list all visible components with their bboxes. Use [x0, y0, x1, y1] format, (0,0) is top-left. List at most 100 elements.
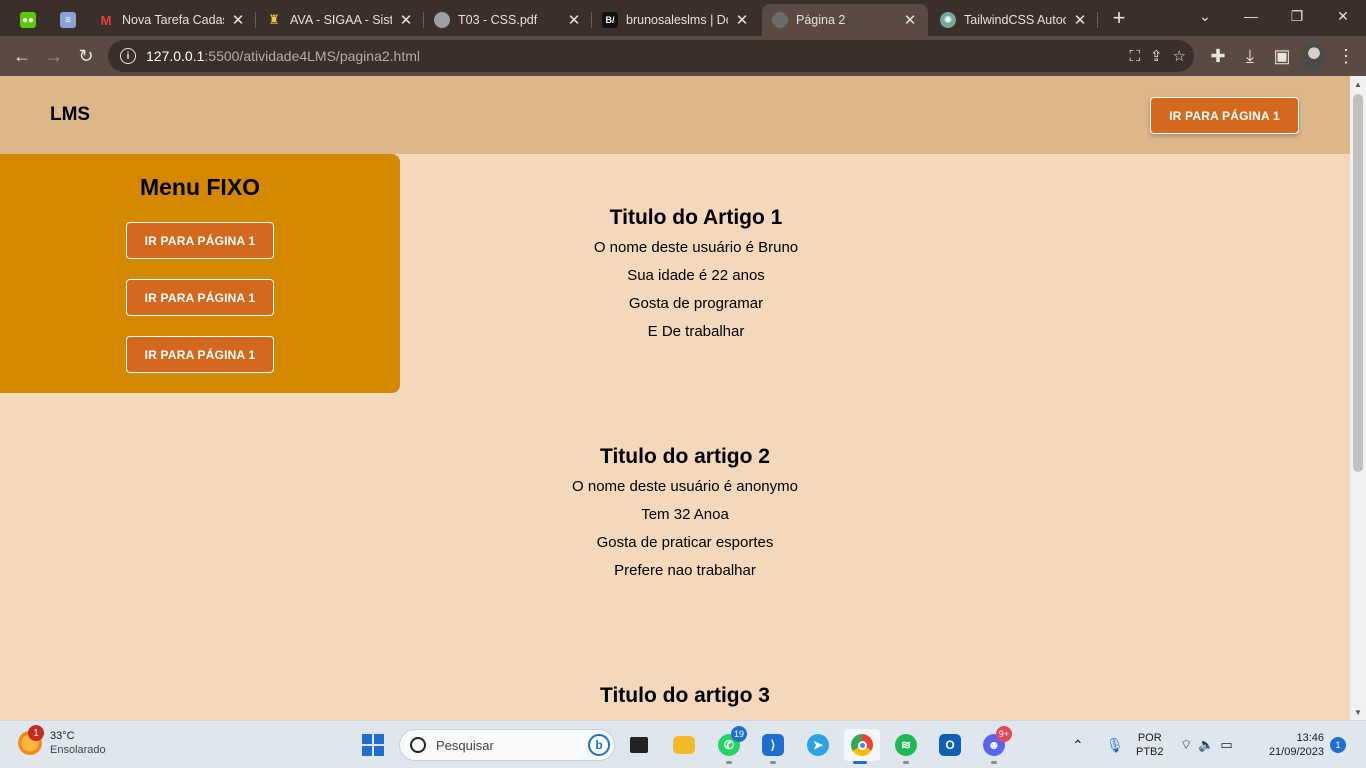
running-indicator	[726, 761, 732, 764]
discord-button[interactable]: ☻ 9+	[978, 726, 1012, 764]
telegram-icon: ➤	[807, 734, 829, 756]
task-view-button[interactable]	[623, 729, 655, 761]
forward-button[interactable]: →	[38, 40, 70, 72]
address-bar[interactable]: i 127.0.0.1:5500/atividade4LMS/pagina2.h…	[108, 40, 1194, 72]
clock-time: 13:46	[1296, 732, 1324, 744]
menu-title: Menu FIXO	[139, 174, 261, 200]
site-info-icon[interactable]: i	[120, 48, 136, 64]
tray-chevron-icon[interactable]: ⌃	[1072, 721, 1084, 768]
page-viewport: LMS IR PARA PÁGINA 1 Menu FIXO IR PARA P…	[0, 76, 1350, 720]
article-line: Sua idade é 22 anos	[627, 267, 765, 284]
outlook-button[interactable]: O	[934, 729, 966, 761]
article-line: Tem 32 Anoa	[641, 506, 729, 523]
sun-icon: 1	[18, 725, 44, 755]
tab-title: brunosaleslms | Dor	[626, 13, 728, 27]
omnibox-actions: ⛶ ⇪ ☆	[1129, 40, 1186, 72]
tab-docs[interactable]: B/ brunosaleslms | Dor ✕	[592, 4, 760, 36]
bing-icon[interactable]: b	[588, 734, 610, 756]
start-button[interactable]	[357, 729, 389, 761]
tab-pinned-duolingo[interactable]: ●●	[8, 4, 48, 36]
running-indicator	[853, 761, 867, 764]
bookmark-star-icon[interactable]: ☆	[1173, 47, 1186, 65]
tab-pinned-stack[interactable]: ≡	[48, 4, 88, 36]
scrollbar-thumb[interactable]	[1353, 94, 1363, 472]
notification-badge[interactable]: 1	[1330, 737, 1346, 753]
restore-button[interactable]: ❐	[1274, 0, 1320, 32]
article-line: E De trabalhar	[647, 323, 745, 340]
spotify-button[interactable]: ≋	[890, 729, 922, 764]
url-path: :5500/atividade4LMS/pagina2.html	[204, 48, 420, 64]
close-icon[interactable]: ✕	[566, 11, 582, 29]
page-header: LMS IR PARA PÁGINA 1	[0, 76, 1350, 154]
file-explorer-button[interactable]	[668, 729, 700, 761]
article-title: Titulo do artigo 2	[600, 445, 770, 468]
weather-text: 33°C Ensolarado	[50, 729, 106, 757]
folder-icon	[673, 736, 695, 754]
close-icon[interactable]: ✕	[230, 11, 246, 29]
taskbar-search[interactable]: Pesquisar b	[399, 729, 615, 761]
tab-title: AVA - SIGAA - Sistem	[290, 13, 392, 27]
chrome-icon	[851, 734, 873, 756]
close-icon[interactable]: ✕	[734, 11, 750, 29]
menu-go-page-1-button[interactable]: IR PARA PÁGINA 1	[126, 222, 274, 259]
close-icon[interactable]: ✕	[398, 11, 414, 29]
globe-icon	[772, 12, 788, 28]
gmail-icon: M	[100, 12, 112, 28]
browser-toolbar: ← → ↻ i 127.0.0.1:5500/atividade4LMS/pag…	[0, 36, 1366, 76]
scroll-up-arrow-icon[interactable]: ▲	[1350, 76, 1366, 92]
profile-avatar[interactable]	[1298, 40, 1330, 72]
search-icon	[410, 737, 426, 753]
lang-bottom: PTB2	[1136, 746, 1164, 758]
volume-icon: 🔈	[1198, 737, 1215, 752]
whatsapp-button[interactable]: ✆ 19	[713, 726, 747, 764]
article-line: Gosta de praticar esportes	[596, 534, 774, 551]
back-button[interactable]: ←	[6, 40, 38, 72]
close-window-button[interactable]: ✕	[1320, 0, 1366, 32]
tab-title: Nova Tarefa Cadastr	[122, 13, 224, 27]
tab-gmail[interactable]: M Nova Tarefa Cadastr ✕	[88, 4, 256, 36]
windows-logo-icon	[362, 734, 384, 756]
menu-kebab-icon[interactable]: ⋮	[1330, 40, 1362, 72]
reload-button[interactable]: ↻	[70, 40, 102, 72]
tab-search-chevron-icon[interactable]: ⌄	[1182, 0, 1228, 32]
download-icon[interactable]: ⤓	[1234, 40, 1266, 72]
minimize-button[interactable]: —	[1228, 0, 1274, 32]
article-line: O nome deste usuário é Bruno	[593, 239, 799, 256]
telegram-button[interactable]: ➤	[802, 729, 834, 761]
weather-condition: Ensolarado	[50, 744, 106, 756]
tab-sigaa[interactable]: ♜ AVA - SIGAA - Sistem ✕	[256, 4, 424, 36]
network-volume-battery[interactable]: ⌔ 🔈 ▭	[1180, 721, 1233, 768]
menu-go-page-1-button[interactable]: IR PARA PÁGINA 1	[126, 279, 274, 316]
scroll-down-arrow-icon[interactable]: ▼	[1350, 704, 1366, 720]
clock[interactable]: 13:46 21/09/2023	[1258, 731, 1324, 759]
site-logo: LMS	[50, 104, 91, 125]
vscode-button[interactable]: ⟩	[757, 729, 789, 764]
article-title: Titulo do Artigo 1	[609, 206, 783, 229]
share-icon[interactable]: ⇪	[1150, 47, 1163, 65]
sigaa-icon: ♜	[268, 12, 280, 27]
vscode-icon: ⟩	[762, 734, 784, 756]
page-scrollbar[interactable]: ▲ ▼	[1350, 76, 1366, 720]
battery-icon: ▭	[1220, 737, 1233, 752]
extensions-puzzle-icon[interactable]: ✚	[1202, 40, 1234, 72]
weather-widget[interactable]: 1 33°C Ensolarado	[18, 725, 106, 757]
fixed-menu: Menu FIXO IR PARA PÁGINA 1 IR PARA PÁGIN…	[0, 154, 400, 393]
microphone-icon[interactable]: 🎙	[1106, 721, 1124, 768]
clock-date: 21/09/2023	[1268, 746, 1324, 758]
article-line: Gosta de programar	[628, 295, 764, 312]
menu-go-page-1-button[interactable]: IR PARA PÁGINA 1	[126, 336, 274, 373]
close-icon[interactable]: ✕	[902, 11, 918, 29]
go-page-1-button[interactable]: IR PARA PÁGINA 1	[1150, 97, 1299, 134]
close-icon[interactable]: ✕	[1072, 11, 1088, 29]
translate-icon[interactable]: ⛶	[1129, 48, 1140, 65]
tab-tailwind[interactable]: ✺ TailwindCSS Autoco ✕	[930, 4, 1098, 36]
chrome-button[interactable]	[844, 729, 880, 764]
globe-icon	[434, 12, 450, 28]
language-indicator[interactable]: POR PTB2	[1136, 731, 1164, 759]
side-panel-icon[interactable]: ▣	[1266, 40, 1298, 72]
tab-css-pdf[interactable]: T03 - CSS.pdf ✕	[424, 4, 592, 36]
tab-title: TailwindCSS Autoco	[964, 13, 1066, 27]
tab-pagina-2[interactable]: Página 2 ✕	[762, 4, 928, 36]
new-tab-button[interactable]: +	[1101, 2, 1137, 34]
running-indicator	[770, 761, 776, 764]
